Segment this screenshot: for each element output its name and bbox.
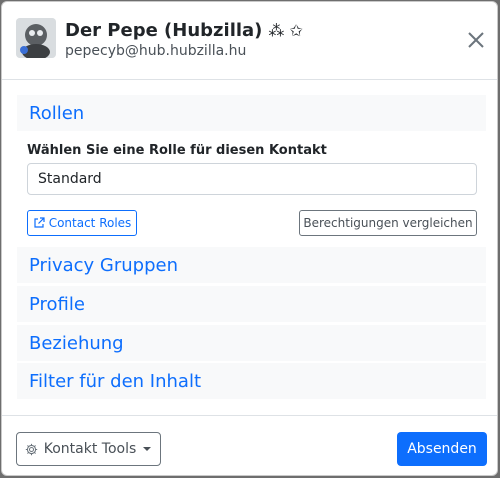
- contact-name-text: Der Pepe (Hubzilla): [65, 20, 263, 41]
- gear-icon: [25, 443, 37, 455]
- role-select-label: Wählen Sie eine Rolle für diesen Kontakt: [27, 143, 327, 158]
- section-privacy-groups[interactable]: Privacy Gruppen: [17, 247, 486, 283]
- role-select[interactable]: Standard: [27, 163, 477, 195]
- compare-permissions-button[interactable]: Berechtigungen vergleichen: [299, 210, 477, 236]
- contact-tools-label: Kontakt Tools: [43, 441, 137, 457]
- contact-edit-modal: Der Pepe (Hubzilla) ⁂ ✩ pepecyb@hub.hubzi…: [1, 1, 498, 476]
- section-profile[interactable]: Profile: [17, 286, 486, 322]
- modal-footer: Kontakt Tools Absenden: [2, 415, 497, 475]
- contact-tools-button[interactable]: Kontakt Tools: [16, 432, 161, 466]
- modal-header: Der Pepe (Hubzilla) ⁂ ✩ pepecyb@hub.hubzi…: [2, 2, 497, 80]
- close-icon[interactable]: [465, 29, 487, 51]
- fediverse-badges: ⁂ ✩: [268, 21, 303, 40]
- external-link-icon: [34, 217, 45, 228]
- avatar: [16, 18, 56, 58]
- contact-name: Der Pepe (Hubzilla) ⁂ ✩: [65, 20, 303, 41]
- submit-button[interactable]: Absenden: [397, 432, 487, 466]
- section-relationship[interactable]: Beziehung: [17, 325, 486, 361]
- caret-down-icon: [143, 447, 152, 451]
- section-roles[interactable]: Rollen: [17, 95, 486, 131]
- contact-handle: pepecyb@hub.hubzilla.hu: [65, 43, 247, 59]
- contact-roles-button[interactable]: Contact Roles: [27, 210, 137, 236]
- section-content-filter[interactable]: Filter für den Inhalt: [17, 363, 486, 399]
- contact-roles-label: Contact Roles: [48, 216, 132, 230]
